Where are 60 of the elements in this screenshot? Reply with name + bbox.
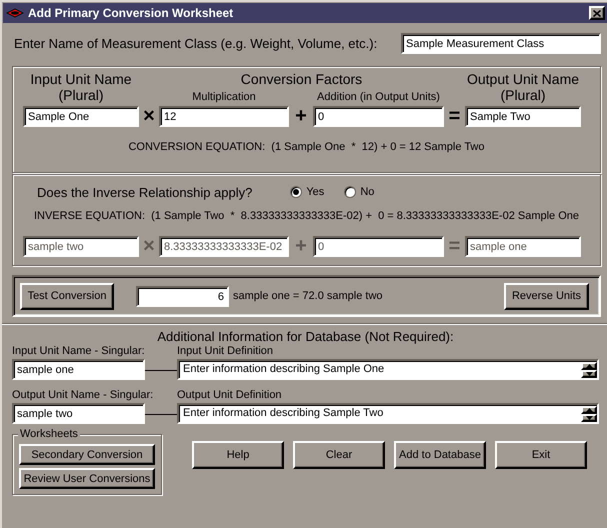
group-title: Worksheets (20, 427, 78, 441)
leader-line (145, 370, 177, 371)
input-field[interactable]: Sample One (23, 106, 139, 127)
input-field[interactable]: 12 (159, 106, 289, 127)
down-arrow-icon (586, 372, 592, 376)
input-field[interactable]: Sample Measurement Class (401, 32, 601, 54)
action-button[interactable]: Help (192, 441, 284, 469)
field-label: Output Unit Definition (177, 389, 283, 403)
radio-option[interactable]: No (344, 186, 374, 198)
action-button[interactable]: Add to Database (394, 441, 486, 469)
question-text: Does the Inverse Relationship apply? (37, 184, 252, 200)
input-field[interactable]: sample two (12, 403, 145, 424)
field-label: Input Unit Name - Singular: (12, 345, 146, 359)
field-label: Output Unit Name - Singular: (12, 389, 154, 403)
operator-sign: × (142, 106, 156, 127)
input-field[interactable]: 0 (313, 106, 444, 127)
scroll-up-button[interactable] (581, 406, 597, 414)
action-button[interactable]: Exit (495, 441, 587, 469)
leader-line (145, 414, 177, 415)
worksheet-button[interactable]: Secondary Conversion (19, 444, 155, 465)
scrollbar[interactable] (581, 406, 597, 421)
up-arrow-icon (586, 364, 592, 368)
action-button[interactable]: Clear (293, 441, 385, 469)
equation-text: CONVERSION EQUATION: (1 Sample One * 12) + 0 = 12 Sample Two (127, 141, 486, 153)
reverse-units-button[interactable]: Reverse Units (504, 282, 589, 310)
radio-button[interactable] (290, 186, 302, 198)
scroll-down-button[interactable] (581, 370, 597, 378)
field-label: Enter Name of Measurement Class (e.g. Weight, Volume, etc.): (14, 36, 378, 50)
window-title: Add Primary Conversion Worksheet (28, 6, 234, 20)
equation-text: INVERSE EQUATION: (1 Sample Two * 8.33333333333333E-02) + 0 = 8.33333333333333E-02 Sample One (32, 210, 580, 222)
close-icon (593, 10, 601, 16)
field-label: Addition (in Output Units) (316, 91, 441, 103)
scroll-down-button[interactable] (581, 414, 597, 422)
section-heading: Additional Information for Database (Not Required): (156, 329, 455, 344)
column-heading: Input Unit Name (Plural) (29, 71, 133, 103)
operator-sign: = (448, 236, 462, 257)
number-field[interactable]: 6 (136, 286, 229, 306)
close-button[interactable] (589, 6, 605, 20)
scroll-up-button[interactable] (581, 362, 597, 370)
input-field[interactable]: sample one (12, 359, 145, 380)
worksheet-button[interactable]: Review User Conversions (19, 468, 155, 489)
radio-button[interactable] (344, 186, 356, 198)
operator-sign: + (294, 236, 308, 257)
operator-sign: + (294, 106, 308, 127)
text-area[interactable]: Enter information describing Sample One (177, 359, 599, 380)
down-arrow-icon (586, 416, 592, 420)
operator-sign: = (448, 106, 462, 127)
column-heading: Conversion Factors (240, 71, 364, 89)
column-heading: Output Unit Name (Plural) (466, 71, 580, 103)
field-label: Input Unit Definition (177, 345, 274, 359)
field-label: Multiplication (191, 91, 257, 103)
result-text: sample one = 72.0 sample two (233, 290, 384, 302)
radio-option[interactable]: Yes (290, 186, 324, 198)
app-icon (6, 8, 24, 18)
scrollbar[interactable] (581, 362, 597, 377)
operator-sign: × (142, 236, 156, 257)
test-conversion-button[interactable]: Test Conversion (20, 282, 114, 310)
up-arrow-icon (586, 408, 592, 412)
text-area[interactable]: Enter information describing Sample Two (177, 403, 599, 424)
input-field[interactable]: Sample Two (465, 106, 581, 127)
